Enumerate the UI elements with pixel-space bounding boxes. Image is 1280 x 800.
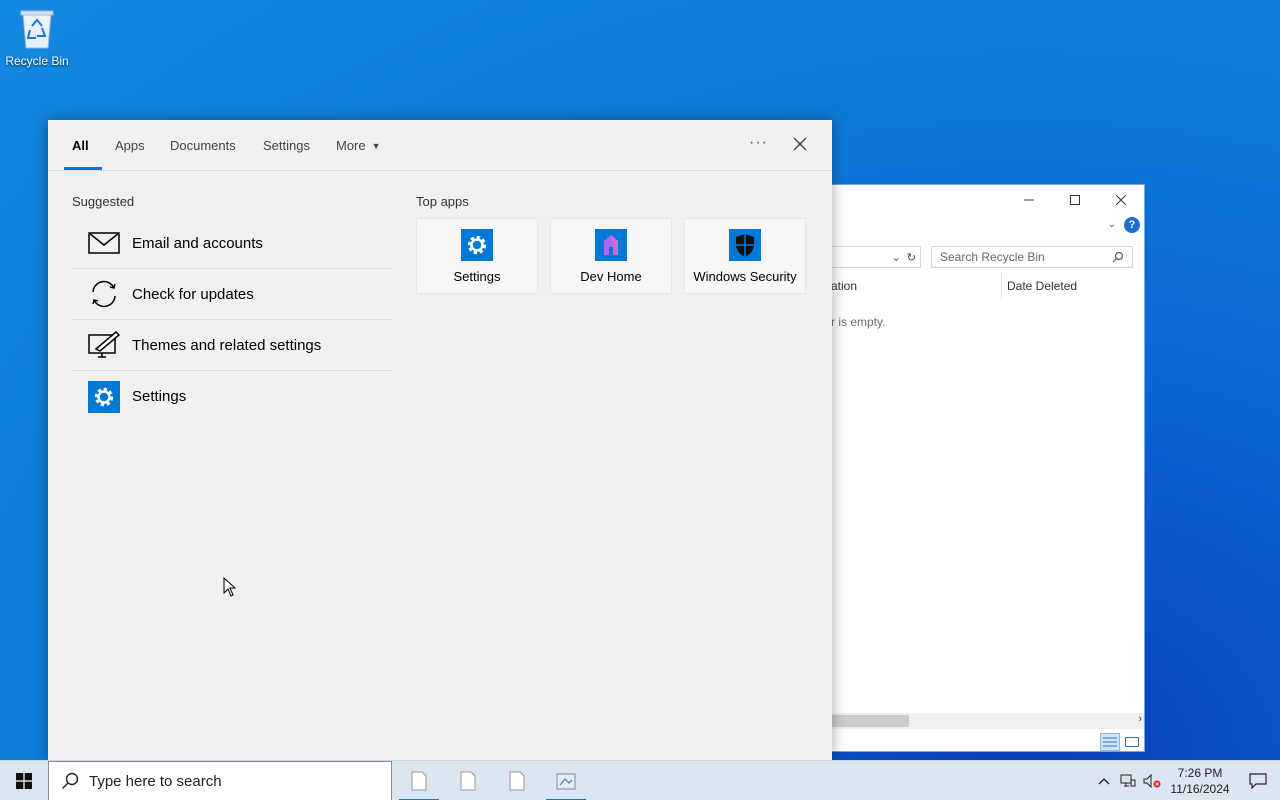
search-icon — [62, 772, 79, 789]
clock-date: 11/16/2024 — [1170, 782, 1230, 796]
caret-down-icon: ▼ — [371, 141, 381, 151]
close-window-button[interactable] — [1098, 185, 1144, 215]
tab-more[interactable]: More ▼ — [336, 138, 381, 153]
start-button[interactable] — [0, 761, 48, 800]
column-divider — [1001, 273, 1002, 299]
chevron-down-icon[interactable]: ⌄ — [892, 251, 901, 264]
recycle-bin-icon — [20, 10, 54, 49]
horizontal-scrollbar[interactable]: › — [831, 713, 1144, 729]
top-app-label: Dev Home — [580, 268, 642, 284]
tab-apps[interactable]: Apps — [115, 138, 145, 153]
ribbon-expand-chevron-icon[interactable]: ⌄ — [1108, 219, 1116, 230]
close-icon[interactable] — [790, 134, 810, 154]
suggestion-label: Check for updates — [132, 285, 254, 303]
suggested-list: Email and accounts Check for updates The… — [72, 218, 392, 422]
tab-all[interactable]: All — [72, 138, 89, 153]
top-apps-row: Settings Dev Home Windows Security — [416, 218, 806, 294]
top-app-windows-security[interactable]: Windows Security — [684, 218, 806, 294]
suggestion-label: Email and accounts — [132, 234, 263, 252]
dev-home-icon — [595, 228, 627, 261]
themes-icon — [88, 329, 120, 361]
show-hidden-icons-chevron-icon[interactable] — [1092, 761, 1116, 800]
top-app-label: Settings — [453, 268, 501, 284]
taskbar-app-recycle-bin[interactable] — [546, 761, 586, 800]
empty-folder-message: r is empty. — [831, 315, 886, 329]
minimize-button[interactable] — [1006, 185, 1052, 215]
suggestion-check-updates[interactable]: Check for updates — [72, 269, 392, 320]
taskbar-app-3[interactable] — [497, 761, 537, 800]
recycle-bin-window[interactable]: ⌄ ? ⌄ ↻ Search Recycle Bin ation Date De… — [830, 184, 1145, 752]
document-icon — [460, 771, 476, 791]
windows-logo-icon — [16, 773, 32, 789]
recycle-bin-icon — [556, 773, 576, 790]
mouse-cursor-icon — [223, 577, 237, 597]
large-icons-view-icon — [1125, 737, 1139, 747]
system-tray: 7:26 PM 11/16/2024 — [1092, 761, 1280, 800]
action-center-button[interactable] — [1236, 761, 1280, 800]
taskbar-search-placeholder: Type here to search — [89, 772, 222, 790]
suggestion-themes[interactable]: Themes and related settings — [72, 320, 392, 371]
top-app-dev-home[interactable]: Dev Home — [550, 218, 672, 294]
address-bar[interactable]: ⌄ ↻ — [831, 246, 921, 268]
active-tab-indicator — [64, 167, 102, 170]
taskbar: Type here to search 7:26 PM 11/16/2024 — [0, 760, 1280, 800]
search-panel: All Apps Documents Settings More ▼ ··· Su… — [48, 120, 832, 760]
suggested-heading: Suggested — [72, 194, 135, 209]
top-app-settings[interactable]: Settings — [416, 218, 538, 294]
tab-documents[interactable]: Documents — [170, 138, 236, 153]
search-icon — [1112, 251, 1124, 263]
minimize-icon — [1024, 199, 1034, 201]
suggestion-label: Themes and related settings — [132, 336, 322, 354]
recycle-bin-desktop-icon[interactable]: Recycle Bin — [4, 6, 70, 76]
more-options-button[interactable]: ··· — [749, 134, 768, 152]
shield-icon — [729, 228, 761, 261]
explorer-search-input[interactable]: Search Recycle Bin — [931, 246, 1133, 268]
document-icon — [509, 771, 525, 791]
suggestion-label: Settings — [132, 388, 187, 405]
suggestion-settings[interactable]: Settings — [72, 371, 392, 422]
details-view-button[interactable] — [1100, 733, 1120, 751]
large-icons-view-button[interactable] — [1122, 733, 1142, 751]
details-view-icon — [1103, 737, 1117, 747]
column-header-location[interactable]: ation — [831, 279, 857, 293]
scroll-right-arrow-icon[interactable]: › — [1138, 713, 1142, 725]
search-tabs: All Apps Documents Settings More ▼ ··· — [48, 120, 832, 171]
sync-icon — [88, 278, 120, 310]
top-app-label: Windows Security — [693, 268, 797, 284]
tab-settings[interactable]: Settings — [263, 138, 310, 153]
top-apps-heading: Top apps — [416, 194, 469, 209]
recycle-bin-label: Recycle Bin — [5, 54, 69, 68]
close-icon — [1116, 195, 1126, 205]
volume-muted-icon[interactable] — [1140, 761, 1164, 800]
network-icon[interactable] — [1116, 761, 1140, 800]
taskbar-app-2[interactable] — [448, 761, 488, 800]
suggestion-email-accounts[interactable]: Email and accounts — [72, 218, 392, 269]
status-bar — [831, 729, 1144, 751]
document-icon — [411, 771, 427, 791]
settings-gear-icon — [461, 228, 493, 261]
mail-icon — [88, 227, 120, 259]
taskbar-search-box[interactable]: Type here to search — [48, 761, 392, 800]
explorer-search-placeholder: Search Recycle Bin — [940, 250, 1045, 264]
clock[interactable]: 7:26 PM 11/16/2024 — [1164, 765, 1236, 797]
taskbar-app-1[interactable] — [399, 761, 439, 800]
maximize-icon — [1070, 195, 1080, 205]
notification-icon — [1249, 773, 1267, 789]
help-button[interactable]: ? — [1124, 217, 1140, 233]
maximize-button[interactable] — [1052, 185, 1098, 215]
clock-time: 7:26 PM — [1177, 766, 1223, 780]
column-header-date-deleted[interactable]: Date Deleted — [1007, 279, 1077, 293]
settings-gear-icon — [88, 380, 120, 413]
tab-more-label: More — [336, 138, 366, 153]
window-caption-buttons — [1006, 185, 1144, 215]
refresh-icon[interactable]: ↻ — [907, 251, 916, 264]
scrollbar-thumb[interactable] — [831, 715, 909, 727]
